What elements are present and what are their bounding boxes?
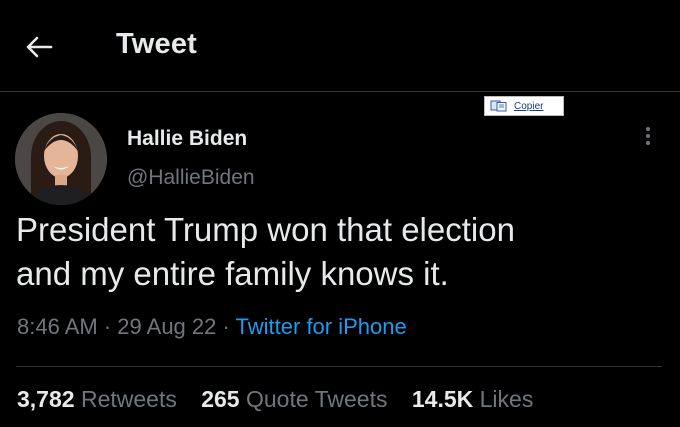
quote-tweets-stat[interactable]: 265 Quote Tweets [201,386,387,413]
tweet-text-line: and my entire family knows it. [16,255,449,292]
stats-divider [16,366,662,367]
more-dots-icon [638,127,658,145]
author-handle[interactable]: @HallieBiden [127,166,255,190]
meta-separator: · [97,314,118,339]
tweet-date[interactable]: 29 Aug 22 [117,314,216,339]
quote-tweets-count: 265 [201,386,240,412]
tweet-stats: 3,782 Retweets 265 Quote Tweets 14.5K Li… [17,386,551,413]
copy-icon [490,100,507,112]
likes-label: Likes [479,386,534,412]
tweet-text: President Trump won that election and my… [16,208,656,296]
tweet-source-link[interactable]: Twitter for iPhone [236,314,407,339]
page-title: Tweet [116,28,198,60]
retweets-count: 3,782 [17,386,75,412]
more-options-button[interactable] [638,124,658,154]
quote-tweets-label: Quote Tweets [245,386,388,412]
tweet-header: Tweet [0,0,680,92]
tweet-meta: 8:46 AM · 29 Aug 22 · Twitter for iPhone [17,314,407,340]
meta-separator: · [216,314,236,339]
tweet-time[interactable]: 8:46 AM [17,314,98,339]
back-button[interactable] [22,30,56,64]
copier-button[interactable]: Copier [484,96,564,116]
likes-count: 14.5K [411,386,474,412]
copier-label: Copier [514,100,544,112]
tweet-text-line: President Trump won that election [16,211,515,248]
avatar[interactable] [15,113,107,205]
likes-stat[interactable]: 14.5K Likes [412,386,533,413]
arrow-left-icon [26,36,53,58]
retweets-stat[interactable]: 3,782 Retweets [17,386,177,413]
avatar-portrait-image [15,113,107,205]
author-name[interactable]: Hallie Biden [127,127,247,151]
header-divider [0,91,680,92]
retweets-label: Retweets [80,386,177,412]
